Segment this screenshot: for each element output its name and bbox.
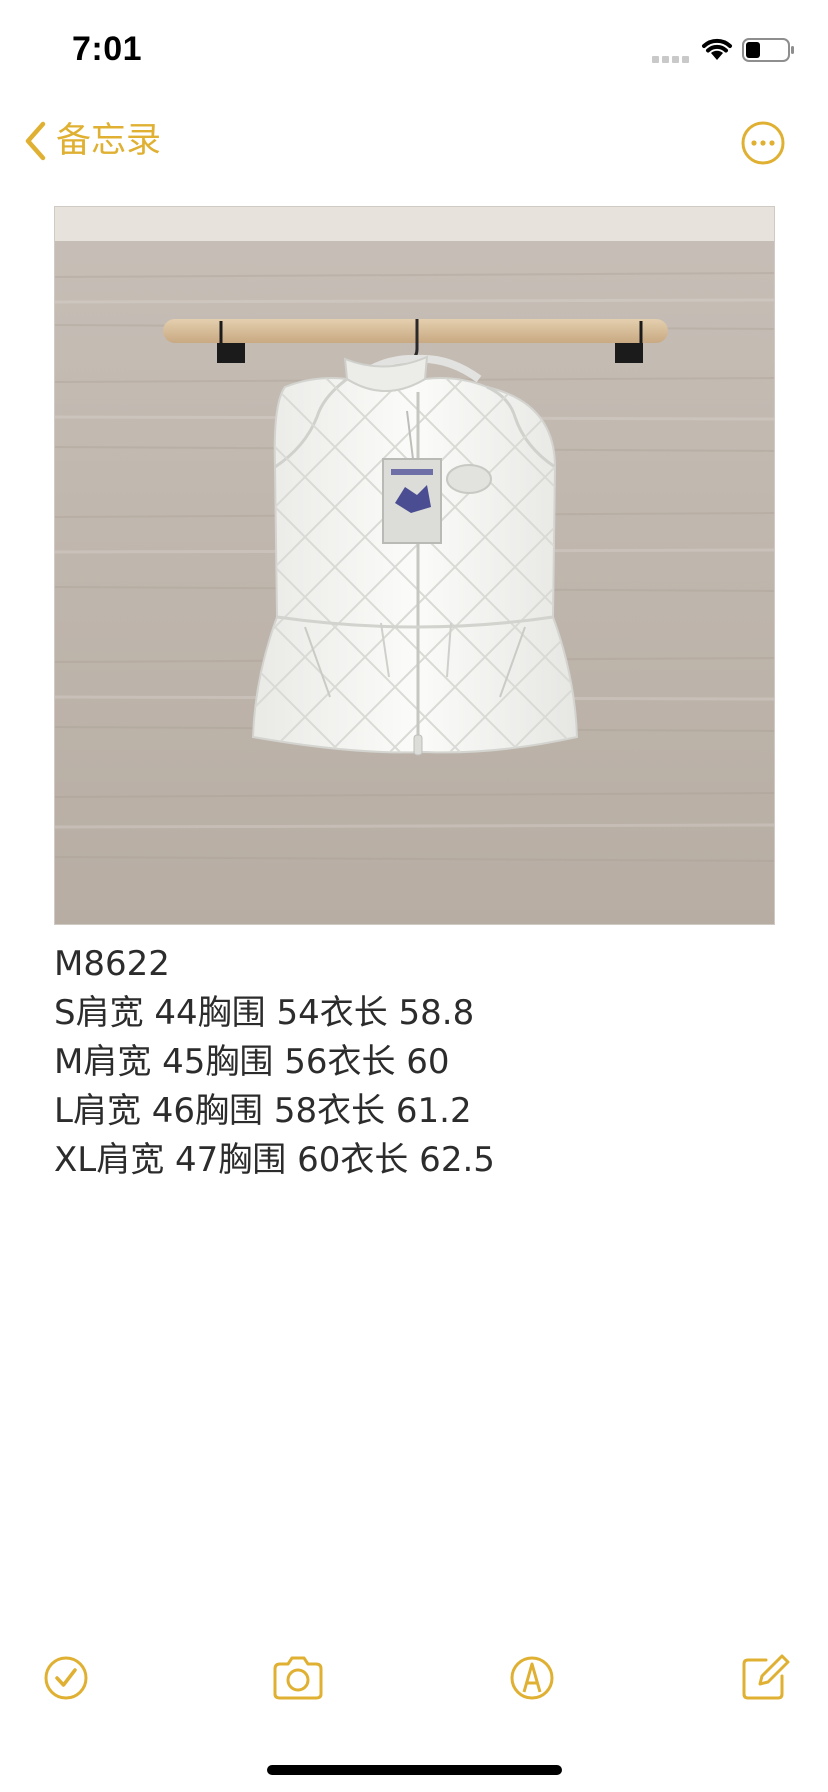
status-time: 7:01	[72, 30, 143, 68]
markup-pen-icon[interactable]	[504, 1650, 560, 1706]
note-line: L肩宽 46胸围 58衣长 61.2	[54, 1091, 472, 1131]
note-line: M8622	[54, 944, 170, 984]
cellular-signal-icon	[652, 53, 692, 63]
home-indicator[interactable]	[267, 1765, 562, 1775]
wifi-icon	[702, 38, 732, 60]
back-button[interactable]: 备忘录	[24, 118, 161, 164]
back-label: 备忘录	[56, 121, 162, 160]
note-body[interactable]: M8622 S肩宽 44胸围 54衣长 58.8 M肩宽 45胸围 56衣长 6…	[54, 940, 774, 1185]
battery-icon	[742, 38, 794, 62]
more-options-button[interactable]	[740, 120, 786, 166]
white-quilted-vest-photo	[55, 207, 774, 924]
status-bar: 7:01	[0, 0, 828, 100]
notes-app-screen: 7:01 备忘录 M8622 S肩宽 44胸围 54衣长 58.8 M肩宽 45…	[0, 0, 828, 1792]
bottom-toolbar	[0, 1650, 828, 1710]
note-line: M肩宽 45胸围 56衣长 60	[54, 1042, 450, 1082]
checklist-icon[interactable]	[38, 1650, 94, 1706]
note-line: S肩宽 44胸围 54衣长 58.8	[54, 993, 475, 1033]
navigation-bar: 备忘录	[0, 100, 828, 180]
note-photo[interactable]	[54, 206, 775, 925]
chevron-left-icon	[25, 121, 46, 161]
compose-icon[interactable]	[736, 1650, 792, 1706]
note-line: XL肩宽 47胸围 60衣长 62.5	[54, 1140, 495, 1180]
camera-icon[interactable]	[270, 1650, 326, 1706]
